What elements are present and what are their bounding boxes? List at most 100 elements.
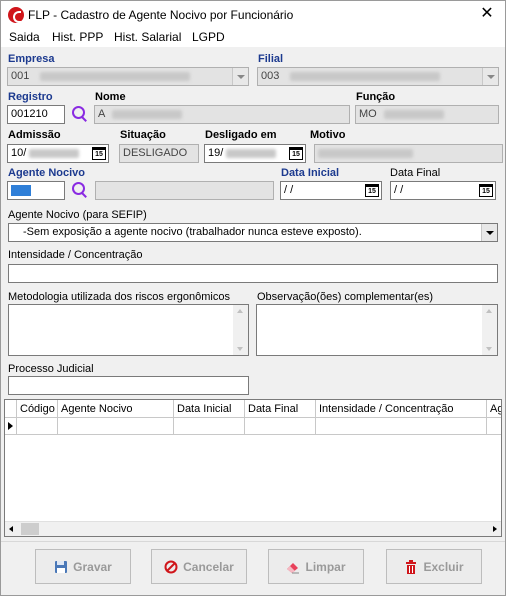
limpar-button[interactable]: Limpar <box>268 549 364 584</box>
funcao-label: Função <box>356 91 396 103</box>
grid-col-data-final[interactable]: Data Final <box>245 400 316 418</box>
table-cell[interactable] <box>17 418 58 435</box>
empresa-label: Empresa <box>8 53 55 65</box>
registro-value: 001210 <box>11 108 48 120</box>
admissao-value: 10/ <box>11 147 27 159</box>
menu-saida[interactable]: Saida <box>9 30 40 44</box>
app-logo-icon <box>8 7 24 23</box>
search-icon[interactable] <box>71 181 89 199</box>
observacao-label: Observação(ões) complementar(es) <box>257 291 434 303</box>
data-final-label: Data Final <box>390 167 441 179</box>
data-inicial-value: / / <box>284 184 294 196</box>
menu-hist-salarial[interactable]: Hist. Salarial <box>114 30 181 44</box>
intensidade-input[interactable] <box>8 264 498 283</box>
excluir-label: Excluir <box>423 559 464 574</box>
gravar-label: Gravar <box>73 559 112 574</box>
registro-label: Registro <box>8 91 53 103</box>
grid-corner <box>5 400 17 418</box>
scroll-down-icon[interactable] <box>486 347 492 351</box>
funcao-field: MO <box>355 105 499 124</box>
nome-field: A <box>94 105 350 124</box>
scroll-right-icon[interactable] <box>493 526 497 532</box>
chevron-down-icon[interactable] <box>232 68 248 85</box>
table-cell[interactable] <box>58 418 174 435</box>
admissao-label: Admissão <box>8 129 61 141</box>
table-row-indicator[interactable] <box>5 418 17 435</box>
desligado-input[interactable]: 19/ 15 <box>204 144 306 163</box>
chevron-down-icon[interactable] <box>481 224 497 241</box>
main-window: FLP - Cadastro de Agente Nocivo por Func… <box>0 0 506 596</box>
nome-value: A <box>98 108 105 120</box>
grid-col-intensidade[interactable]: Intensidade / Concentração <box>316 400 487 418</box>
nome-label: Nome <box>95 91 126 103</box>
observacao-textarea[interactable] <box>256 304 498 356</box>
sefip-label: Agente Nocivo (para SEFIP) <box>8 209 147 221</box>
scroll-thumb[interactable] <box>21 523 39 535</box>
close-icon[interactable]: ✕ <box>477 4 497 24</box>
calendar-icon[interactable]: 15 <box>479 184 493 197</box>
grid-col-agente[interactable]: Agente Nocivo <box>58 400 174 418</box>
sefip-value: -Sem exposição a agente nocivo (trabalha… <box>23 226 362 238</box>
situacao-label: Situação <box>120 129 166 141</box>
data-inicial-input[interactable]: / / 15 <box>280 181 382 200</box>
admissao-redacted <box>29 148 80 158</box>
motivo-label: Motivo <box>310 129 346 141</box>
cancel-icon <box>164 560 178 574</box>
save-icon <box>54 560 68 574</box>
window-title: FLP - Cadastro de Agente Nocivo por Func… <box>28 8 294 22</box>
menu-bar: Saida Hist. PPP Hist. Salarial LGPD <box>1 29 505 47</box>
registro-input[interactable]: 001210 <box>7 105 65 124</box>
calendar-icon[interactable]: 15 <box>92 147 106 160</box>
nome-redacted <box>111 109 182 119</box>
metodologia-textarea[interactable] <box>8 304 249 356</box>
metodologia-label: Metodologia utilizada dos riscos ergonôm… <box>8 291 230 303</box>
chevron-down-icon[interactable] <box>482 68 498 85</box>
calendar-icon[interactable]: 15 <box>365 184 379 197</box>
menu-hist-ppp[interactable]: Hist. PPP <box>52 30 103 44</box>
processo-label: Processo Judicial <box>8 363 94 375</box>
empresa-select[interactable]: 001 <box>7 67 249 86</box>
gravar-button[interactable]: Gravar <box>35 549 131 584</box>
scrollbar[interactable] <box>482 305 497 355</box>
intensidade-label: Intensidade / Concentração <box>8 249 143 261</box>
situacao-value: DESLIGADO <box>123 147 188 159</box>
scroll-down-icon[interactable] <box>237 347 243 351</box>
scroll-up-icon[interactable] <box>486 309 492 313</box>
sefip-select[interactable]: -Sem exposição a agente nocivo (trabalha… <box>8 223 498 242</box>
table-cell[interactable] <box>174 418 245 435</box>
grid-col-codigo[interactable]: Código <box>17 400 58 418</box>
agente-input[interactable] <box>7 181 65 200</box>
title-bar: FLP - Cadastro de Agente Nocivo por Func… <box>1 1 505 29</box>
situacao-field: DESLIGADO <box>119 144 199 163</box>
table-cell[interactable] <box>316 418 487 435</box>
scroll-up-icon[interactable] <box>237 309 243 313</box>
search-icon[interactable] <box>71 105 89 123</box>
scroll-left-icon[interactable] <box>9 526 13 532</box>
agents-grid[interactable]: Código Agente Nocivo Data Inicial Data F… <box>4 399 502 537</box>
menu-lgpd[interactable]: LGPD <box>192 30 225 44</box>
table-cell[interactable] <box>245 418 316 435</box>
divider <box>1 541 505 542</box>
scrollbar[interactable] <box>233 305 248 355</box>
processo-input[interactable] <box>8 376 249 395</box>
motivo-redacted <box>318 148 413 158</box>
filial-label: Filial <box>258 53 284 65</box>
admissao-input[interactable]: 10/ 15 <box>7 144 109 163</box>
data-final-input[interactable]: / / 15 <box>390 181 496 200</box>
filial-value: 003 <box>261 70 280 82</box>
calendar-icon[interactable]: 15 <box>289 147 303 160</box>
horizontal-scrollbar[interactable] <box>5 521 501 536</box>
agente-selection <box>11 184 31 196</box>
empresa-redacted <box>40 71 191 81</box>
filial-select[interactable]: 003 <box>257 67 499 86</box>
row-pointer-icon <box>8 422 13 430</box>
grid-col-ag[interactable]: Ag <box>487 400 501 418</box>
data-final-value: / / <box>394 184 404 196</box>
cancelar-button[interactable]: Cancelar <box>151 549 247 584</box>
desligado-redacted <box>226 148 277 158</box>
excluir-button[interactable]: Excluir <box>386 549 482 584</box>
grid-col-data-inicial[interactable]: Data Inicial <box>174 400 245 418</box>
funcao-value: MO <box>359 108 377 120</box>
table-cell[interactable] <box>487 418 501 435</box>
agente-desc-field <box>95 181 274 200</box>
